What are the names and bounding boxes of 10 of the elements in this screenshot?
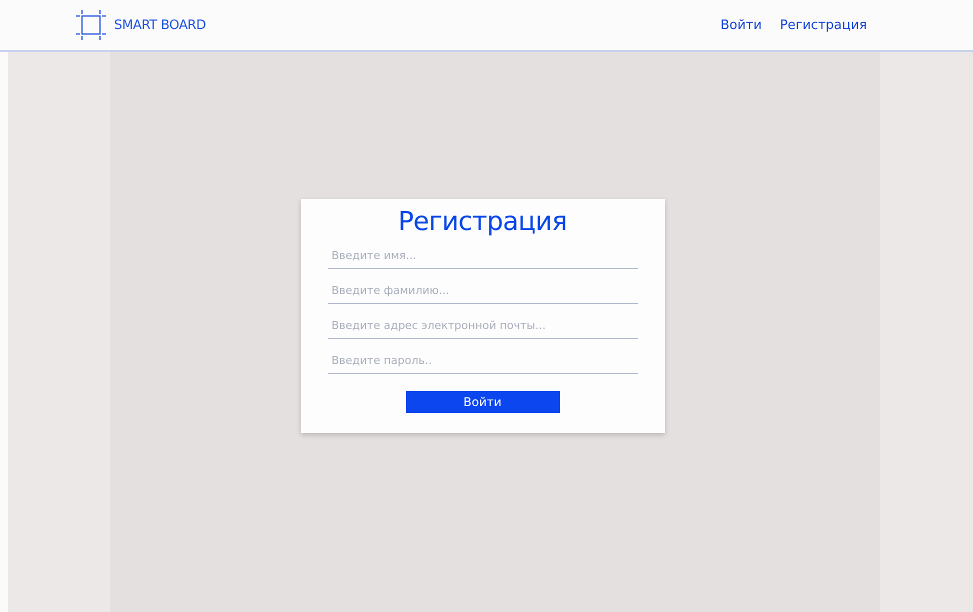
input-field[interactable]: Введите фамилию...: [328, 278, 638, 304]
form-title: Регистрация: [398, 207, 567, 237]
logo-icon: [76, 10, 106, 40]
input-field[interactable]: Введите пароль..: [328, 348, 638, 374]
nav-link[interactable]: Регистрация: [780, 18, 867, 32]
input-field[interactable]: Введите имя...: [328, 243, 638, 269]
input-field[interactable]: Введите адрес электронной почты...: [328, 313, 638, 339]
nav-link[interactable]: Войти: [720, 18, 762, 32]
submit-button[interactable]: Войти: [406, 391, 560, 413]
logo-text: SMART BOARD: [114, 18, 206, 32]
